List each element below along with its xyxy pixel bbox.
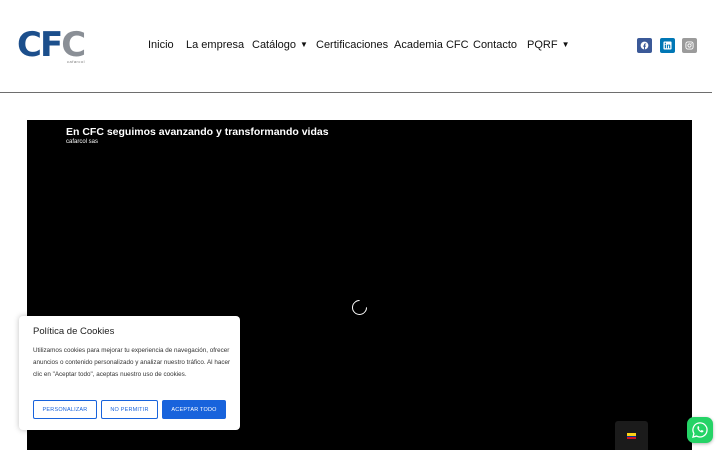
facebook-icon — [640, 41, 649, 50]
accept-all-cookies-button[interactable]: ACEPTAR TODO — [162, 400, 226, 419]
loading-spinner-icon — [348, 296, 371, 319]
site-header: CFC cafarcol Inicio La empresa Catálogo ▼… — [0, 0, 720, 92]
header-divider — [0, 92, 712, 93]
nav-item-certificaciones[interactable]: Certificaciones — [316, 38, 388, 52]
nav-item-academia-cfc[interactable]: Academia CFC — [394, 38, 469, 52]
language-switcher[interactable] — [615, 421, 648, 450]
facebook-link[interactable] — [637, 38, 652, 53]
whatsapp-chat-button[interactable] — [687, 417, 713, 443]
nav-item-pqrf[interactable]: PQRF ▼ — [527, 38, 569, 53]
whatsapp-icon — [692, 422, 708, 438]
linkedin-link[interactable] — [660, 38, 675, 53]
cookie-title: Política de Cookies — [33, 326, 115, 337]
instagram-icon — [685, 41, 694, 50]
colombia-flag-icon — [627, 432, 636, 439]
chevron-down-icon: ▼ — [300, 40, 308, 49]
chevron-down-icon: ▼ — [561, 40, 570, 49]
reject-cookies-button[interactable]: NO PERMITIR — [101, 400, 158, 419]
cookie-description: Utilizamos cookies para mejorar tu exper… — [33, 347, 231, 378]
instagram-link[interactable] — [682, 38, 697, 53]
video-title[interactable]: En CFC seguimos avanzando y transformand… — [66, 126, 329, 138]
video-channel[interactable]: cafarcol sas — [66, 139, 98, 145]
customize-cookies-button[interactable]: PERSONALIZAR — [33, 400, 97, 419]
nav-item-contacto[interactable]: Contacto — [473, 38, 517, 52]
nav-item-inicio[interactable]: Inicio — [148, 38, 174, 52]
nav-item-la-empresa[interactable]: La empresa — [186, 38, 244, 52]
cookie-consent-banner: Política de Cookies Utilizamos cookies p… — [19, 316, 240, 430]
linkedin-icon — [663, 41, 672, 50]
logo-subtitle: cafarcol — [67, 59, 86, 64]
nav-item-catalogo[interactable]: Catálogo ▼ — [252, 38, 308, 53]
